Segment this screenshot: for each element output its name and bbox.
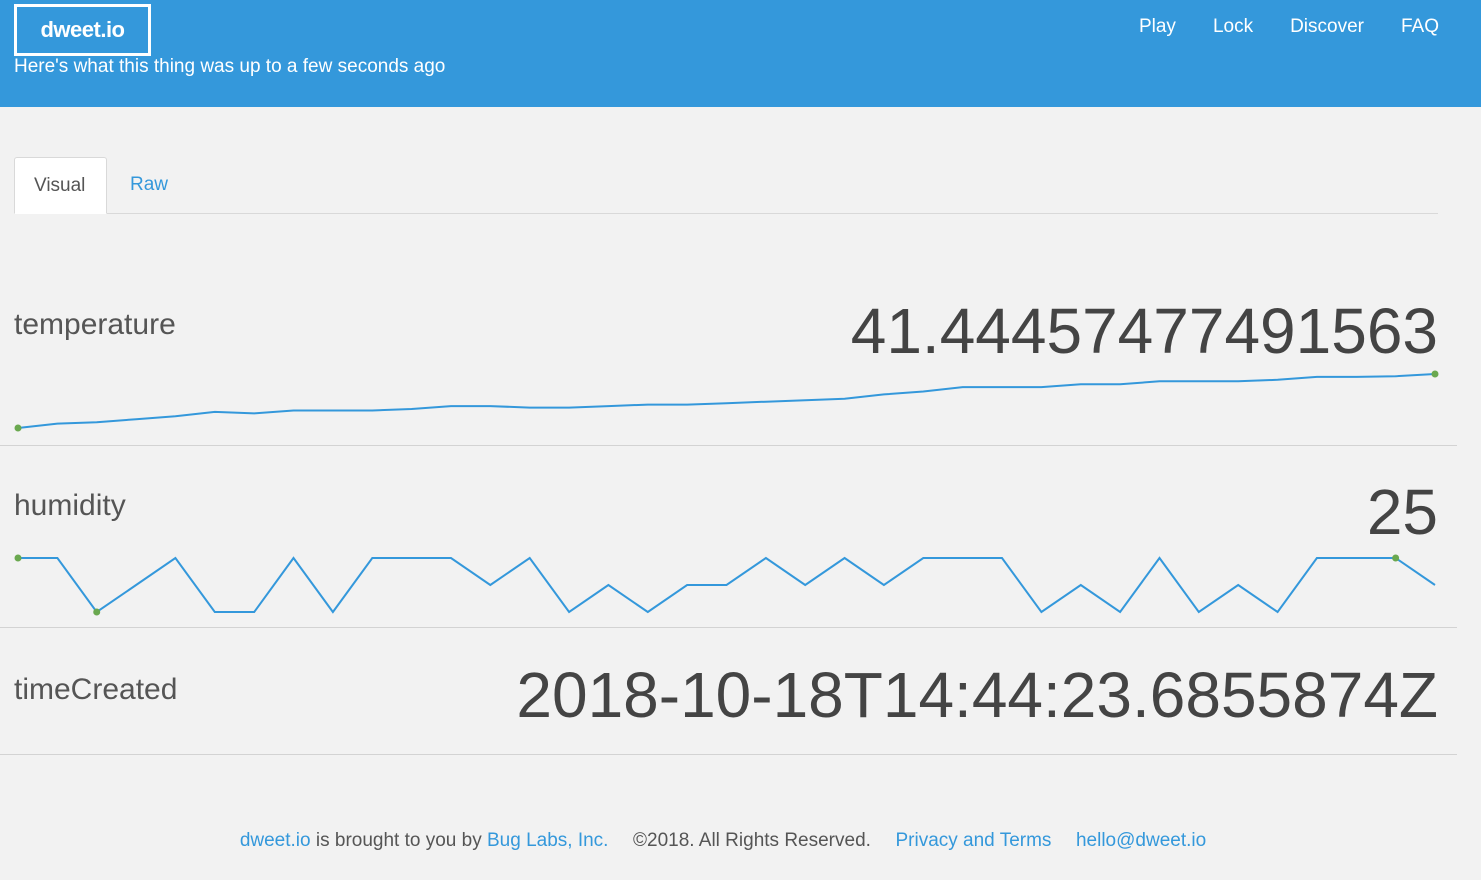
footer-copyright: ©2018. All Rights Reserved. [633,830,871,851]
view-tabs: Visual Raw [14,157,1438,214]
footer: dweet.io is brought to you by Bug Labs, … [0,830,1446,852]
tab-raw[interactable]: Raw [111,157,187,213]
header-bar: dweet.io Here's what this thing was up t… [0,0,1481,107]
footer-company-link[interactable]: Bug Labs, Inc. [487,830,608,851]
humidity-sparkline [14,554,1436,616]
reading-label: timeCreated [14,673,178,706]
footer-brand-link[interactable]: dweet.io [240,830,311,851]
reading-value: 41.44457477491563 [850,295,1438,367]
temperature-sparkline [14,370,1439,432]
footer-email-link[interactable]: hello@dweet.io [1076,830,1206,851]
nav-discover[interactable]: Discover [1290,16,1364,38]
sparkline-series [17,373,1436,429]
page-subtitle: Here's what this thing was up to a few s… [14,56,446,77]
nav-lock[interactable]: Lock [1213,16,1253,38]
reading-value: 25 [1366,476,1438,548]
reading-value: 2018-10-18T14:44:23.6855874Z [516,659,1438,731]
reading-row-temperature: temperature 41.44457477491563 [0,256,1457,446]
tab-visual[interactable]: Visual [14,157,107,214]
sparkline-series [18,556,1436,614]
footer-privacy-link[interactable]: Privacy and Terms [895,830,1051,851]
logo[interactable]: dweet.io [14,4,151,56]
nav-play[interactable]: Play [1139,16,1176,38]
reading-label: temperature [14,308,176,341]
sparkline-marker [1392,554,1400,562]
nav-faq[interactable]: FAQ [1401,16,1439,38]
sparkline-marker [14,424,22,432]
reading-row-humidity: humidity 25 [0,446,1457,628]
sparkline-marker [93,608,101,616]
reading-label: humidity [14,489,126,522]
footer-text: is brought to you by [315,830,482,851]
sparkline-marker [14,554,22,562]
sparkline-marker [1431,370,1439,378]
top-nav: Play Lock Discover FAQ [1102,16,1439,38]
reading-row-timecreated: timeCreated 2018-10-18T14:44:23.6855874Z [0,628,1457,755]
